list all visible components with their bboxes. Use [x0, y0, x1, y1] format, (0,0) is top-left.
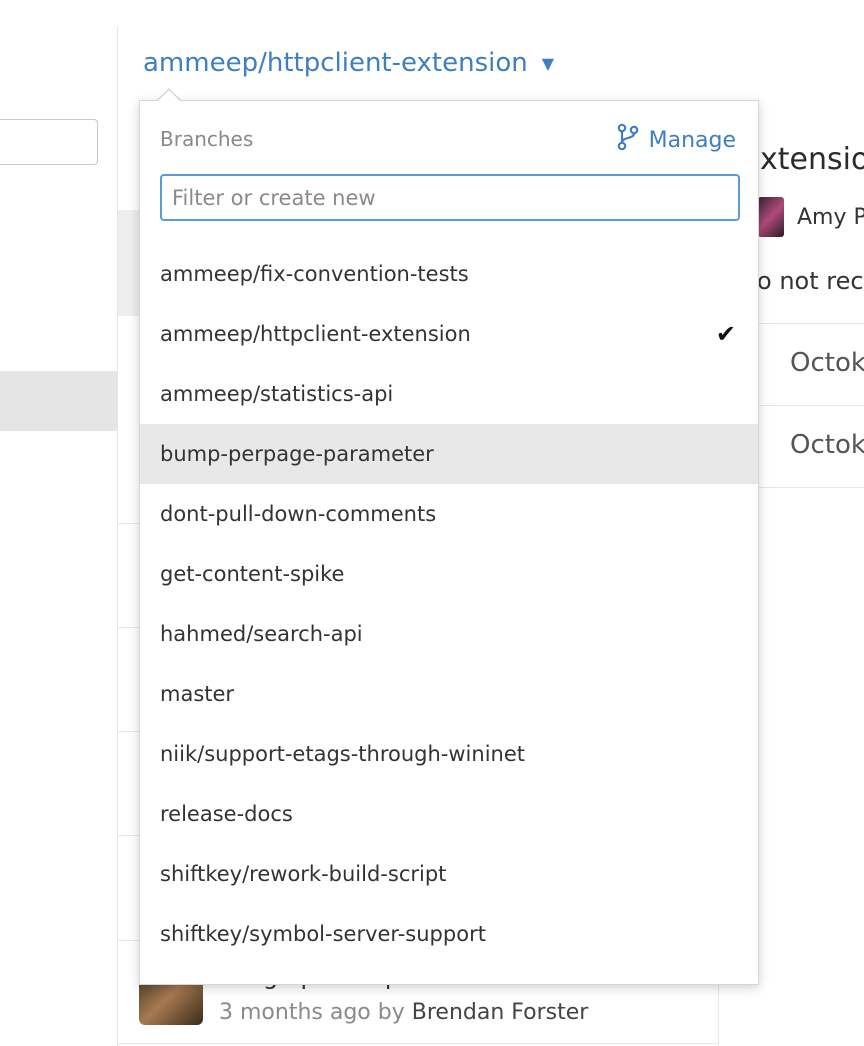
- search-input[interactable]: [0, 119, 98, 165]
- checkmark-icon: ✔: [715, 320, 736, 348]
- branch-item-label: get-content-spike: [160, 562, 345, 586]
- commit-detail-author: Amy P: [797, 205, 864, 230]
- detail-divider: [758, 487, 864, 488]
- branch-item[interactable]: hahmed/search-api: [140, 604, 758, 664]
- branch-item-label: master: [160, 682, 235, 706]
- commit-by: by: [377, 1000, 405, 1025]
- branch-item[interactable]: ammeep/statistics-api: [140, 364, 758, 424]
- manage-button[interactable]: Manage: [617, 123, 736, 157]
- branch-item-label: hahmed/search-api: [160, 622, 363, 646]
- branch-item-label: dont-pull-down-comments: [160, 502, 437, 526]
- commit-detail-text: o not rec: [757, 267, 864, 295]
- branch-item[interactable]: master: [140, 664, 758, 724]
- changed-file-row[interactable]: Octok: [790, 430, 864, 460]
- list-divider: [118, 1043, 718, 1044]
- branch-item-label: niik/support-etags-through-wininet: [160, 742, 525, 766]
- list-divider: [118, 627, 140, 628]
- branch-item[interactable]: get-content-spike: [140, 544, 758, 604]
- popover-arrow-fill: [158, 90, 180, 101]
- list-divider: [118, 731, 140, 732]
- detail-divider: [758, 405, 864, 406]
- sidebar-selected-item[interactable]: [0, 371, 118, 431]
- branch-item[interactable]: shiftkey/rework-build-script: [140, 844, 758, 904]
- branch-dropdown: Branches Manage ammeep/fix-convention-te…: [139, 100, 759, 985]
- branch-item-label: shiftkey/symbol-server-support: [160, 922, 486, 946]
- branch-item[interactable]: release-docs: [140, 784, 758, 844]
- branch-item-label: release-docs: [160, 802, 293, 826]
- commit-meta: 3 months ago by Brendan Forster: [219, 1000, 588, 1025]
- list-divider: [118, 523, 140, 524]
- commit-detail-title: xtensio: [760, 142, 864, 177]
- branch-item[interactable]: ammeep/httpclient-extension ✔: [140, 304, 758, 364]
- pane-divider: [117, 26, 118, 1046]
- detail-divider: [758, 323, 864, 324]
- branch-item-label: shiftkey/rework-build-script: [160, 862, 447, 886]
- changed-file-row[interactable]: Octok: [790, 348, 864, 378]
- commit-time: 3 months ago: [219, 1000, 371, 1025]
- commit-author: Brendan Forster: [411, 1000, 589, 1025]
- branch-item-label: ammeep/statistics-api: [160, 382, 394, 406]
- branch-item-label: bump-perpage-parameter: [160, 442, 434, 466]
- branch-icon: [617, 123, 639, 157]
- dropdown-title: Branches: [160, 127, 254, 151]
- branch-item[interactable]: shiftkey/symbol-server-support: [140, 904, 758, 964]
- branch-item[interactable]: niik/support-etags-through-wininet: [140, 724, 758, 784]
- branch-item[interactable]: ammeep/fix-convention-tests: [140, 244, 758, 304]
- branch-item-label: ammeep/fix-convention-tests: [160, 262, 469, 286]
- history-selected-item[interactable]: [118, 210, 140, 316]
- branch-filter-input[interactable]: [160, 174, 740, 221]
- caret-down-icon: ▼: [541, 53, 555, 73]
- branch-item-label: ammeep/httpclient-extension: [160, 322, 471, 346]
- branch-selector[interactable]: ammeep/httpclient-extension ▼: [143, 48, 554, 78]
- current-branch-label: ammeep/httpclient-extension: [143, 48, 528, 78]
- manage-label: Manage: [648, 127, 736, 153]
- branch-list: ammeep/fix-convention-tests ammeep/httpcl…: [140, 244, 758, 964]
- list-divider: [118, 940, 140, 941]
- branch-item[interactable]: bump-perpage-parameter: [140, 424, 758, 484]
- list-divider: [118, 835, 140, 836]
- branch-item[interactable]: dont-pull-down-comments: [140, 484, 758, 544]
- avatar: [758, 197, 784, 237]
